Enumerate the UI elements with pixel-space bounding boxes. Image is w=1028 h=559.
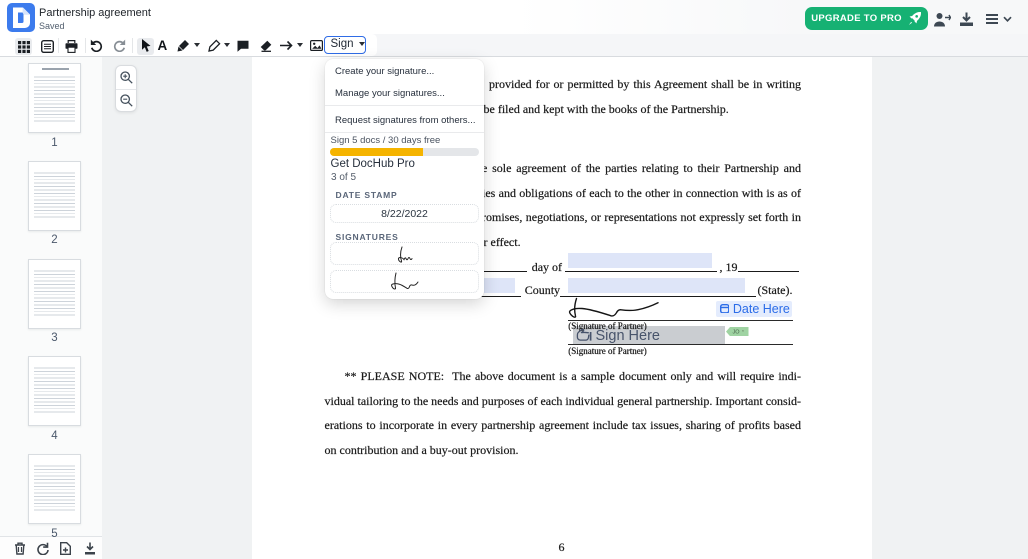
svg-text:*: * bbox=[742, 330, 744, 336]
svg-text:JO: JO bbox=[733, 330, 740, 336]
